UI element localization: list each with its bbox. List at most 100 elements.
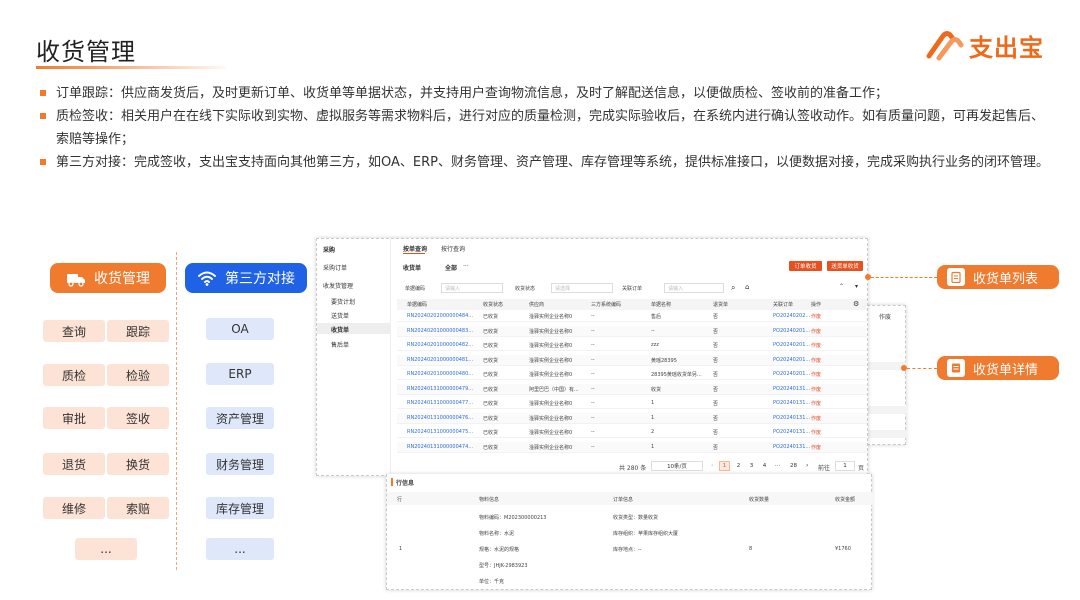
- page-button[interactable]: 1: [719, 461, 730, 471]
- sheet-receive-button[interactable]: 送货单收货: [827, 261, 863, 271]
- prev-page-icon[interactable]: ‹: [711, 462, 713, 469]
- table-row[interactable]: RN20240131000000477... 已收货 淦驿实例企业名称0 -- 1 否 PO…: [397, 398, 867, 409]
- void-action-link[interactable]: 作废: [811, 386, 841, 393]
- table-cell[interactable]: PO20240201...: [773, 328, 811, 334]
- collapse-icon[interactable]: ⌃: [839, 283, 844, 290]
- feature-bullets: 订单跟踪：供应商发货后，及时更新订单、收货单等单据状态，并支持用户查询物流信息，…: [40, 82, 1050, 174]
- filter-code-input[interactable]: 请输入: [441, 283, 503, 293]
- void-action-link[interactable]: 作废: [811, 357, 841, 364]
- sidebar-item-receipt[interactable]: 收货单: [331, 325, 349, 334]
- col-code: 单据编码: [407, 302, 428, 308]
- goto-label: 前往: [818, 465, 831, 472]
- search-icon[interactable]: ⌕: [731, 283, 735, 293]
- next-page-icon[interactable]: ›: [806, 462, 808, 469]
- page-suffix: 页: [858, 465, 865, 472]
- table-cell[interactable]: PO20240201...: [773, 357, 811, 363]
- chip-more-b: ...: [206, 538, 274, 560]
- page-button[interactable]: 2: [733, 461, 744, 471]
- filter-tab-more[interactable]: ···: [463, 263, 469, 270]
- receiving-management-label: 收货管理: [94, 271, 150, 287]
- filter-order-input[interactable]: 请输入: [664, 283, 724, 293]
- material-unit: 单位：千克: [479, 579, 505, 585]
- table-cell: zzz: [651, 342, 659, 348]
- table-cell: --: [591, 342, 595, 348]
- chip-claim: 索赔: [107, 497, 169, 519]
- brand-logo: 支出宝: [925, 28, 1044, 62]
- table-cell[interactable]: RN20240201000000482...: [407, 342, 481, 348]
- table-cell[interactable]: PO20240131...: [773, 429, 811, 435]
- sidebar-item-orders[interactable]: 采购订单: [323, 263, 347, 272]
- table-cell[interactable]: RN20240131000000476...: [407, 415, 481, 421]
- sidebar-item-aftersale[interactable]: 售后单: [331, 340, 349, 349]
- sidebar-item-delivery[interactable]: 送货单: [331, 311, 349, 320]
- table-row[interactable]: RN20240131000000479... 已收货 阿里巴巴（中国）有... -- 收…: [397, 383, 867, 395]
- page-button[interactable]: 28: [788, 461, 799, 471]
- table-cell[interactable]: PO20240131...: [773, 400, 811, 406]
- table-cell[interactable]: RN20240201000000483...: [407, 328, 481, 334]
- table-row[interactable]: RN20240202000000484... 已收货 淦驿实例企业名称0 -- 售后 否 P…: [397, 311, 867, 322]
- table-row[interactable]: RN20240201000000481... 已收货 淦驿实例企业名称0 -- 黄瑶28…: [397, 354, 867, 366]
- chevron-down-icon[interactable]: ▾: [855, 283, 858, 290]
- table-row[interactable]: RN20240201000000482... 已收货 淦驿实例企业名称0 -- zzz 否…: [397, 340, 867, 351]
- sidebar-item-plan[interactable]: 要货计划: [331, 297, 355, 306]
- table-cell: 否: [713, 372, 719, 378]
- filter-status-select[interactable]: 请选择: [551, 283, 613, 293]
- table-cell: 否: [713, 357, 719, 364]
- table-cell[interactable]: RN20240202000000484...: [407, 313, 481, 319]
- page-button[interactable]: 4: [759, 461, 770, 471]
- table-row[interactable]: RN20240201000000483... 已收货 淦驿实例企业名称0 -- -- 否 P…: [397, 325, 867, 337]
- chip-erp: ERP: [206, 363, 274, 385]
- chip-sign: 签收: [107, 407, 169, 429]
- panel-divider: [176, 252, 177, 570]
- tab-by-sheet[interactable]: 按单查询: [403, 244, 427, 253]
- void-action-link[interactable]: 作废: [811, 415, 841, 422]
- table-cell: --: [591, 313, 595, 319]
- void-action-link[interactable]: 作废: [811, 400, 841, 407]
- sidebar-active-bg: [317, 323, 390, 334]
- void-action-link[interactable]: 作废: [811, 328, 841, 335]
- page-size-select[interactable]: 10条/页: [651, 461, 703, 471]
- page-button[interactable]: 3: [746, 461, 757, 471]
- table-cell: --: [591, 429, 595, 435]
- sub-tab-receipt[interactable]: 收货单: [403, 263, 421, 272]
- table-cell[interactable]: RN20240201000000480...: [407, 371, 481, 377]
- void-action-link[interactable]: 作废: [811, 313, 841, 320]
- bullet-order-tracking: 订单跟踪：供应商发货后，及时更新订单、收货单等单据状态，并支持用户查询物流信息，…: [40, 82, 1050, 105]
- table-cell[interactable]: RN20240131000000474...: [407, 444, 481, 450]
- table-cell[interactable]: PO20240131...: [773, 444, 811, 450]
- tab-by-line[interactable]: 按行查询: [441, 244, 465, 253]
- filter-label-status: 收货状态: [515, 286, 536, 292]
- table-cell: 否: [713, 386, 719, 393]
- col-supplier: 供应商: [529, 302, 545, 308]
- table-cell[interactable]: RN20240131000000477...: [407, 400, 481, 406]
- table-cell[interactable]: RN20240201000000481...: [407, 357, 481, 363]
- table-cell[interactable]: PO20240201...: [773, 342, 811, 348]
- filter-tab-all[interactable]: 全部: [445, 263, 457, 272]
- table-cell[interactable]: PO20240131...: [773, 415, 811, 421]
- table-cell[interactable]: RN20240131000000479...: [407, 386, 481, 392]
- page-button[interactable]: ···: [772, 461, 783, 471]
- chip-track: 跟踪: [107, 320, 169, 342]
- chip-inventory: 库存管理: [206, 497, 274, 519]
- table-row[interactable]: RN20240131000000476... 已收货 淦驿实例企业名称0 -- 1 否 PO…: [397, 412, 867, 424]
- table-cell[interactable]: PO20240131...: [773, 386, 811, 392]
- void-action-link[interactable]: 作废: [811, 429, 841, 436]
- order-inventory-loc: 库存地点：--: [613, 547, 642, 553]
- table-cell[interactable]: RN20240131000000475...: [407, 429, 481, 435]
- void-action-link[interactable]: 作废: [811, 371, 841, 378]
- table-cell: 否: [713, 314, 719, 320]
- table-cell[interactable]: PO20240202...: [773, 313, 811, 319]
- reset-icon[interactable]: ⌂: [745, 283, 749, 291]
- table-row[interactable]: RN20240201000000480... 已收货 淦驿实例企业名称0 -- 2839…: [397, 369, 867, 380]
- table-row[interactable]: RN20240131000000475... 已收货 淦驿实例企业名称0 -- 2 否 PO…: [397, 427, 867, 438]
- order-receive-button[interactable]: 订单收货: [789, 261, 822, 271]
- void-action-link[interactable]: 作废: [811, 444, 841, 451]
- settings-gear-icon[interactable]: ⚙: [853, 300, 859, 308]
- goto-page-input[interactable]: 1: [835, 461, 855, 471]
- connector-line-list: [871, 277, 937, 278]
- sidebar-item-shipping[interactable]: 收发货管理: [323, 281, 353, 290]
- void-action-link[interactable]: 作废: [811, 342, 841, 349]
- table-cell[interactable]: PO20240201...: [773, 371, 811, 377]
- detail-col-line: 行: [397, 497, 403, 503]
- table-row[interactable]: RN20240131000000474... 已收货 淦驿实例企业名称0 -- 1 否 PO…: [397, 441, 867, 453]
